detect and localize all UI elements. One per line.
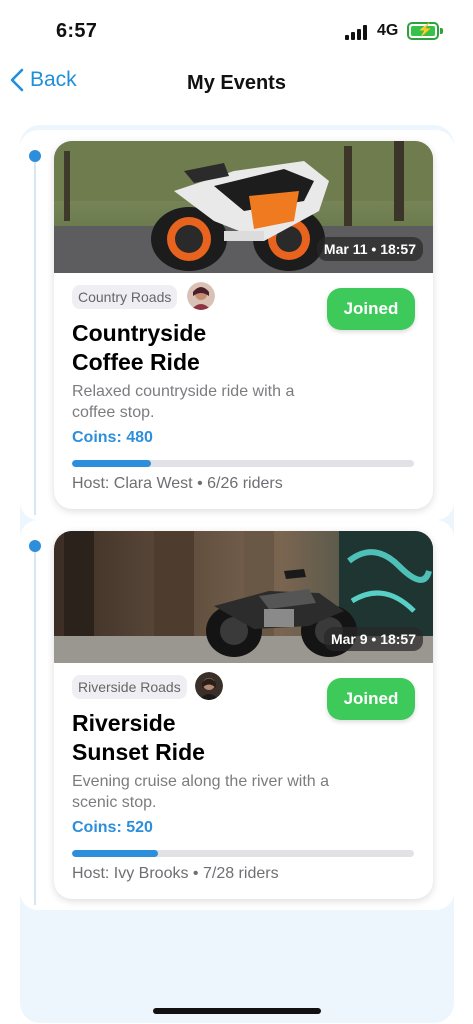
event-coins: Coins: 480 xyxy=(72,429,153,446)
event-title-line: Riverside xyxy=(72,710,176,736)
status-bar: 6:57 4G ⚡ xyxy=(0,0,473,62)
riders-progress-fill xyxy=(72,460,151,467)
riders-progress-bar xyxy=(72,850,414,857)
network-label: 4G xyxy=(377,22,399,39)
event-title-line: Coffee Ride xyxy=(72,349,200,375)
region-tag: Riverside Roads xyxy=(72,675,187,699)
timeline-dot xyxy=(29,540,41,552)
page-title: My Events xyxy=(187,72,286,94)
event-date-badge: Mar 9 • 18:57 xyxy=(323,627,423,651)
riders-progress-bar xyxy=(72,460,414,467)
event-date-badge: Mar 11 • 18:57 xyxy=(316,237,423,261)
status-time: 6:57 xyxy=(56,20,98,42)
battery-icon: ⚡ xyxy=(407,22,443,40)
event-card[interactable]: Mar 11 • 18:57 Country Roads Joined Coun… xyxy=(54,141,433,509)
host-avatar xyxy=(187,282,215,310)
event-host: Host: Clara West • 6/26 riders xyxy=(72,475,283,492)
event-description: Relaxed countryside ride with a coffee s… xyxy=(72,383,295,421)
signal-icon xyxy=(345,24,371,40)
event-image: Mar 11 • 18:57 xyxy=(54,141,433,273)
timeline-line xyxy=(34,540,36,905)
event-title: Countryside Coffee Ride xyxy=(72,319,272,377)
event-title-line: Sunset Ride xyxy=(72,739,205,765)
host-avatar xyxy=(195,672,223,700)
timeline-dot xyxy=(29,150,41,162)
region-tag: Country Roads xyxy=(72,285,178,309)
event-title-line: Countryside xyxy=(72,320,207,346)
home-indicator[interactable] xyxy=(153,1008,321,1014)
event-coins: Coins: 520 xyxy=(72,819,153,836)
event-image: Mar 9 • 18:57 xyxy=(54,531,433,663)
navigation-bar: Back My Events xyxy=(0,62,473,106)
riders-progress-fill xyxy=(72,850,158,857)
event-title: Riverside Sunset Ride xyxy=(72,709,272,767)
timeline-line xyxy=(34,150,36,515)
joined-button[interactable]: Joined xyxy=(327,288,415,330)
event-card[interactable]: Mar 9 • 18:57 Riverside Roads Joined Riv… xyxy=(54,531,433,899)
event-description: Evening cruise along the river with a sc… xyxy=(72,773,330,811)
event-host: Host: Ivy Brooks • 7/28 riders xyxy=(72,865,279,882)
joined-button[interactable]: Joined xyxy=(327,678,415,720)
